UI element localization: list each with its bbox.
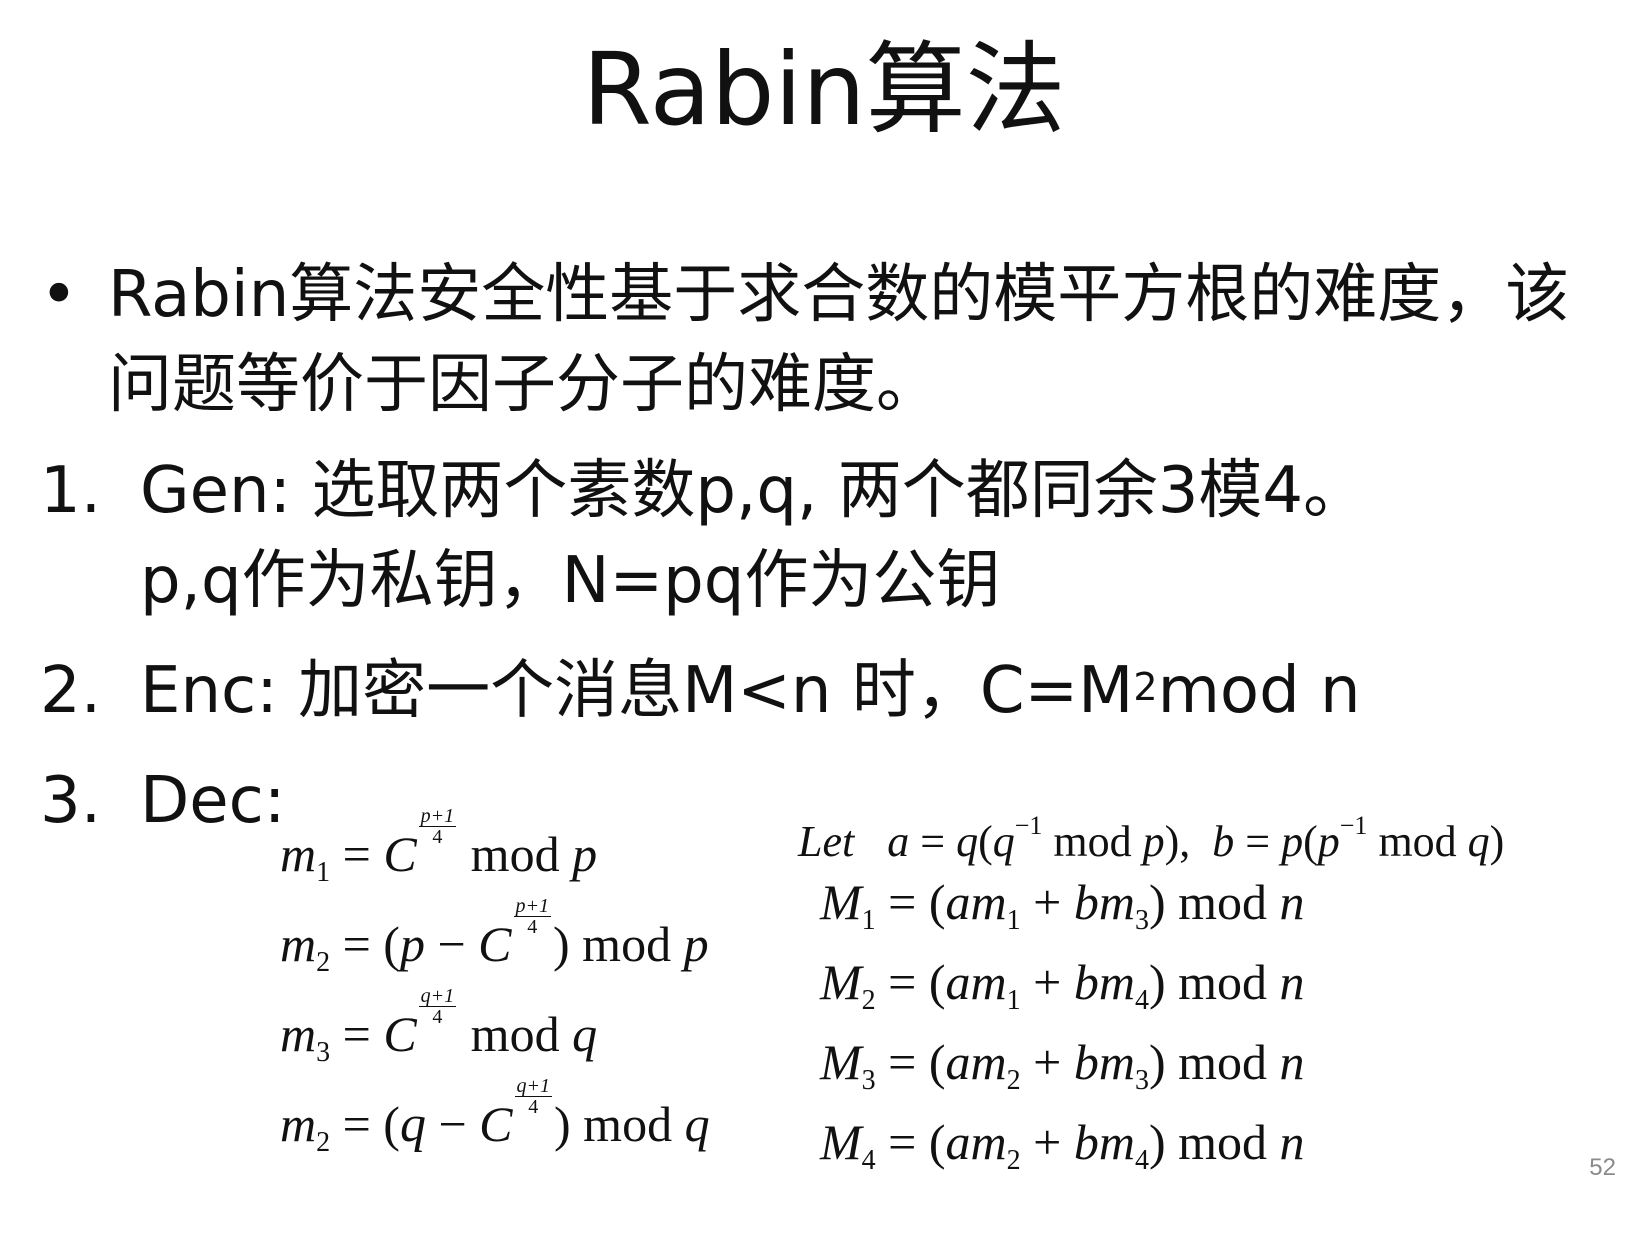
bullet-text: Rabin算法安全性基于求合数的模平方根的难度，该问题等价于因子分子的难度。 — [108, 258, 1570, 422]
item-2-text: Enc: 加密一个消息M<n 时，C=M2mod n — [140, 646, 1361, 736]
item-2-text-before: Enc: 加密一个消息M<n 时，C=M — [140, 654, 1134, 728]
formula-m3: m3 = Cq+1 4 mod q — [280, 985, 598, 1068]
item-2-superscript: 2 — [1133, 665, 1158, 709]
formula-M2: M2 = (am1 + bm4) mod n — [820, 954, 1305, 1016]
page-number: 52 — [1589, 1154, 1616, 1181]
formula-m4: m2 = (q − Cq+1 4) mod q — [280, 1075, 710, 1158]
item-3-text: Dec: — [140, 764, 286, 838]
item-1-line2: p,q作为私钥，N=pq作为公钥 — [140, 544, 1001, 618]
slide-title: Rabin算法 — [582, 31, 1066, 148]
formula-M4: M4 = (am2 + bm4) mod n — [820, 1114, 1305, 1176]
bullet-symbol: • — [40, 258, 78, 332]
slide: Rabin算法 • Rabin算法安全性基于求合数的模平方根的难度，该问题等价于… — [0, 0, 1648, 1242]
item-1-line1: Gen: 选取两个素数p,q, 两个都同余3模4。 — [140, 454, 1368, 528]
formula-m2: m2 = (p − Cp+1 4) mod p — [280, 895, 709, 978]
formula-M1: M1 = (am1 + bm3) mod n — [820, 874, 1305, 936]
item-3-number: 3. — [40, 764, 102, 838]
formula-m1: m1 = Cp+1 4 mod p — [280, 805, 598, 888]
formula-M3: M3 = (am2 + bm3) mod n — [820, 1034, 1305, 1096]
item-1-number: 1. — [40, 454, 102, 528]
item-2-number: 2. — [40, 654, 102, 728]
formula-let: Let a = q(q−1 mod p), b = p(p−1 mod q) — [798, 811, 1505, 866]
item-2-text-after: mod n — [1157, 654, 1361, 728]
